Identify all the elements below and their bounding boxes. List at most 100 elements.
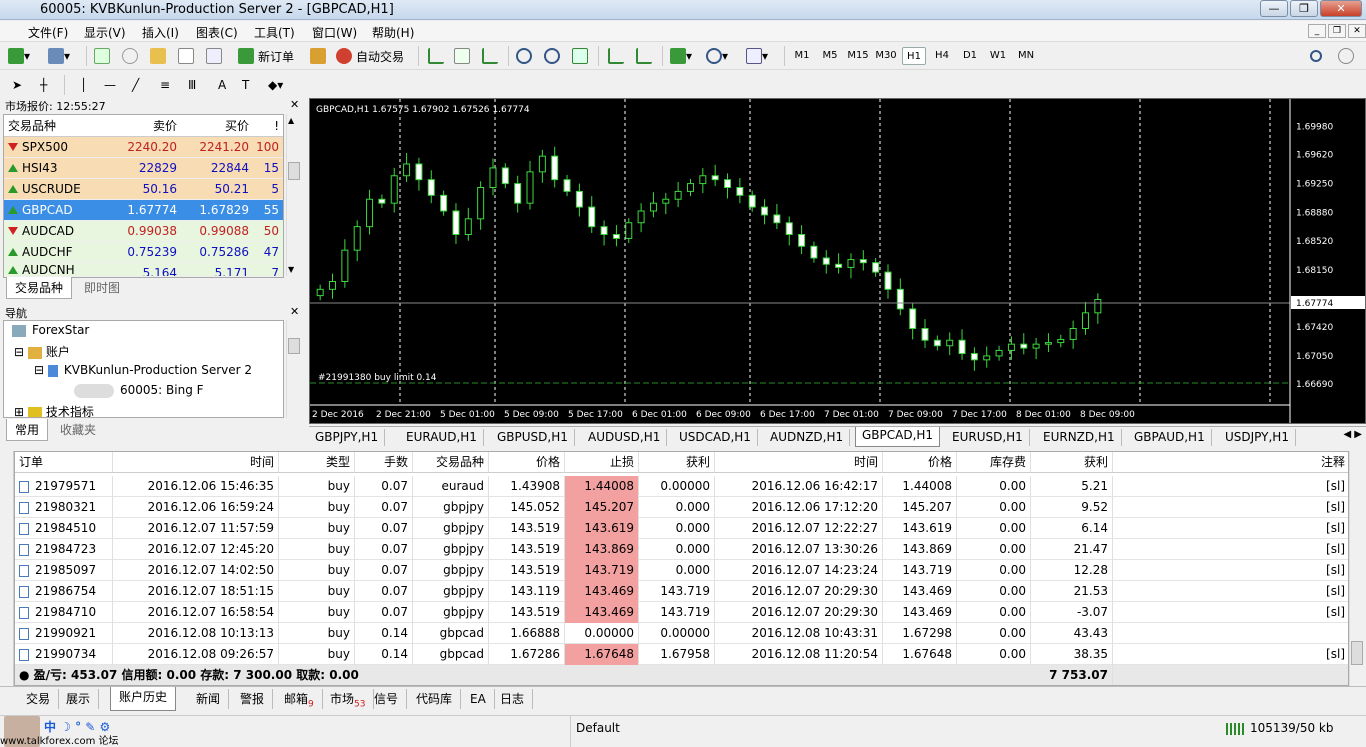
terminal-tab-1[interactable]: 展示 xyxy=(58,689,100,709)
chart-tab-audusd[interactable]: AUDUSD,H1 xyxy=(582,429,668,446)
profiles-button[interactable]: ▾ xyxy=(48,46,70,66)
mw-header-ask[interactable]: 买价 xyxy=(181,115,253,136)
bar-chart-button[interactable] xyxy=(428,46,444,66)
table-row[interactable]: 21985097 2016.12.07 14:02:50 buy 0.07 gbpjpy… xyxy=(15,560,1348,581)
tab-common[interactable]: 常用 xyxy=(6,419,49,441)
metaeditor-button[interactable] xyxy=(310,46,326,66)
terminal-tab-8[interactable]: 代码库 xyxy=(408,689,462,709)
menu-file[interactable]: 文件(F) xyxy=(28,24,68,41)
market-watch-toggle[interactable] xyxy=(94,46,110,66)
line-chart-button[interactable] xyxy=(482,46,498,66)
chart-tab-gbpusd[interactable]: GBPUSD,H1 xyxy=(491,429,575,446)
mw-row-gbpcad[interactable]: GBPCAD 1.67774 1.67829 55 xyxy=(4,200,283,221)
tf-w1[interactable]: W1 xyxy=(986,47,1010,65)
minimize-button[interactable]: — xyxy=(1260,0,1288,17)
candle-chart-button[interactable] xyxy=(454,46,470,66)
column-header[interactable]: 时间 xyxy=(113,452,279,473)
terminal-scrollbar[interactable] xyxy=(1349,451,1364,686)
nav-account-item[interactable]: 60005: Bing F xyxy=(74,383,204,398)
menu-insert[interactable]: 插入(I) xyxy=(142,24,179,41)
mw-row-audcnh[interactable]: AUDCNH 5.164 5.171 7 xyxy=(4,263,283,277)
terminal-tab-2[interactable]: 账户历史 xyxy=(110,687,177,711)
trendline-tool[interactable]: ╱ xyxy=(132,75,139,95)
column-header[interactable]: 注释 xyxy=(1113,452,1348,473)
column-header[interactable]: 交易品种 xyxy=(413,452,489,473)
nav-root[interactable]: ForexStar xyxy=(12,323,89,337)
tile-windows-button[interactable] xyxy=(572,46,588,66)
periods-button[interactable]: ▾ xyxy=(706,46,728,66)
table-row[interactable]: 21984710 2016.12.07 16:58:54 buy 0.07 gbpjpy… xyxy=(15,602,1348,623)
terminal-tab-4[interactable]: 警报 xyxy=(232,689,274,709)
column-header[interactable]: 库存费 xyxy=(957,452,1031,473)
column-header[interactable]: 订单 xyxy=(15,452,113,473)
table-row[interactable]: 21980321 2016.12.06 16:59:24 buy 0.07 gbpjpy… xyxy=(15,497,1348,518)
tab-favorites[interactable]: 收藏夹 xyxy=(52,419,104,440)
tf-m5[interactable]: M5 xyxy=(818,47,842,65)
column-header[interactable]: 获利 xyxy=(639,452,715,473)
crosshair-tool[interactable]: ┼ xyxy=(40,75,47,95)
channel-tool[interactable]: ≡ xyxy=(160,75,170,95)
chart-shift-button[interactable] xyxy=(636,46,652,66)
chart-tab-audnzd[interactable]: AUDNZD,H1 xyxy=(764,429,851,446)
templates-button[interactable]: ▾ xyxy=(746,46,768,66)
chart-tab-scroll[interactable]: ◀ ▶ xyxy=(1343,429,1362,440)
chart-tab-gbpcad[interactable]: GBPCAD,H1 xyxy=(855,427,941,447)
auto-trading-button[interactable]: 自动交易 xyxy=(336,46,404,66)
tf-h1[interactable]: H1 xyxy=(902,47,926,65)
table-row[interactable]: 21984510 2016.12.07 11:57:59 buy 0.07 gbpjpy… xyxy=(15,518,1348,539)
chart-tab-eurnzd[interactable]: EURNZD,H1 xyxy=(1037,429,1122,446)
new-order-button[interactable]: 新订单 xyxy=(238,46,294,66)
mw-row-spx500[interactable]: SPX500 2240.20 2241.20 100 xyxy=(4,137,283,158)
terminal-tab-7[interactable]: 信号 xyxy=(366,689,408,709)
maximize-button[interactable]: ❐ xyxy=(1290,0,1318,17)
horizontal-line-tool[interactable]: — xyxy=(104,75,116,95)
chart-tab-gbpaud[interactable]: GBPAUD,H1 xyxy=(1128,429,1212,446)
market-watch-close[interactable]: ✕ xyxy=(290,98,299,111)
terminal-tab-3[interactable]: 新闻 xyxy=(188,689,230,709)
column-header[interactable]: 时间 xyxy=(715,452,883,473)
chart-tab-gbpjpy[interactable]: GBPJPY,H1 xyxy=(309,429,386,446)
table-row[interactable]: 21979571 2016.12.06 15:46:35 buy 0.07 euraud… xyxy=(15,476,1348,497)
table-row[interactable]: 21990734 2016.12.08 09:26:57 buy 0.14 gbpcad… xyxy=(15,644,1348,665)
table-row[interactable]: 21984723 2016.12.07 12:45:20 buy 0.07 gbpjpy… xyxy=(15,539,1348,560)
tf-m15[interactable]: M15 xyxy=(846,47,870,65)
autoscroll-button[interactable] xyxy=(608,46,624,66)
menu-view[interactable]: 显示(V) xyxy=(84,24,126,41)
price-chart[interactable]: GBPCAD,H1 1.67575 1.67902 1.67526 1.6777… xyxy=(309,98,1366,424)
menu-help[interactable]: 帮助(H) xyxy=(372,24,414,41)
nav-indicators[interactable]: ⊞ 技术指标 xyxy=(14,403,94,417)
fibo-tool[interactable]: Ⅲ xyxy=(188,75,196,95)
chat-button[interactable] xyxy=(1338,46,1354,66)
tab-tick-chart[interactable]: 即时图 xyxy=(76,277,128,298)
chart-tab-usdcad[interactable]: USDCAD,H1 xyxy=(673,429,758,446)
table-row[interactable]: 21986754 2016.12.07 18:51:15 buy 0.07 gbpjpy… xyxy=(15,581,1348,602)
chart-tab-euraud[interactable]: EURAUD,H1 xyxy=(400,429,484,446)
cursor-tool[interactable]: ➤ xyxy=(12,75,22,95)
navigator-close[interactable]: ✕ xyxy=(290,305,299,318)
terminal-toggle[interactable] xyxy=(178,46,194,66)
mw-row-uscrude[interactable]: USCRUDE 50.16 50.21 5 xyxy=(4,179,283,200)
close-button[interactable]: ✕ xyxy=(1320,0,1362,17)
column-header[interactable]: 获利 xyxy=(1031,452,1113,473)
text-tool[interactable]: A xyxy=(218,75,226,95)
column-header[interactable]: 手数 xyxy=(355,452,413,473)
menu-charts[interactable]: 图表(C) xyxy=(196,24,238,41)
tf-d1[interactable]: D1 xyxy=(958,47,982,65)
chart-tab-eurusd[interactable]: EURUSD,H1 xyxy=(946,429,1030,446)
navigator-toggle[interactable] xyxy=(122,46,138,66)
mw-header-symbol[interactable]: 交易品种 xyxy=(4,115,109,136)
mdi-close-button[interactable]: ✕ xyxy=(1348,24,1366,38)
tf-mn[interactable]: MN xyxy=(1014,47,1038,65)
column-header[interactable]: 止损 xyxy=(565,452,639,473)
mdi-minimize-button[interactable]: _ xyxy=(1308,24,1326,38)
nav-server[interactable]: ⊟ KVBKunlun-Production Server 2 xyxy=(34,363,252,377)
terminal-tab-5[interactable]: 邮箱9 xyxy=(276,689,323,709)
nav-accounts[interactable]: ⊟ 账户 xyxy=(14,343,70,360)
indicators-button[interactable]: ▾ xyxy=(670,46,692,66)
chart-tab-usdjpy[interactable]: USDJPY,H1 xyxy=(1219,429,1296,446)
mw-row-audchf[interactable]: AUDCHF 0.75239 0.75286 47 xyxy=(4,242,283,263)
table-row[interactable]: 21990921 2016.12.08 10:13:13 buy 0.14 gbpcad… xyxy=(15,623,1348,644)
navigator-scrollbar[interactable] xyxy=(286,320,301,418)
column-header[interactable]: 价格 xyxy=(883,452,957,473)
terminal-tab-10[interactable]: 日志 xyxy=(492,689,534,709)
